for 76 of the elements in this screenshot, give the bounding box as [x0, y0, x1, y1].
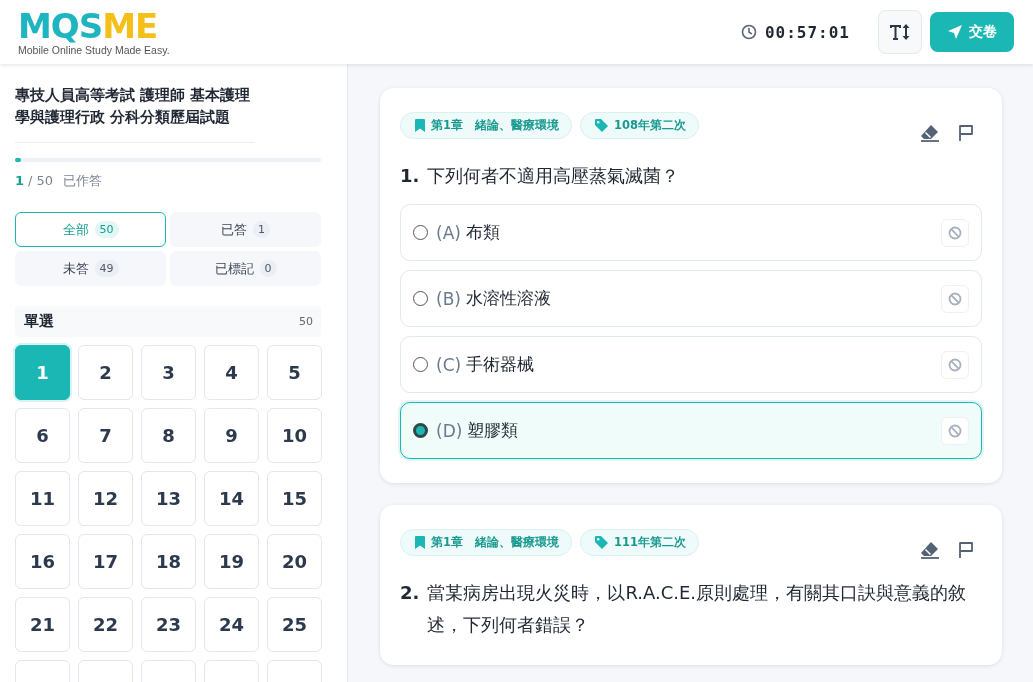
question-button[interactable]: 5	[267, 345, 322, 400]
question-button[interactable]: 14	[204, 471, 259, 526]
tag-icon	[595, 536, 608, 549]
flag-icon[interactable]	[958, 541, 974, 559]
bookmark-icon	[415, 119, 425, 132]
timer: 00:57:01	[764, 22, 850, 42]
question-button[interactable]: 13	[141, 471, 196, 526]
question-button[interactable]: 4	[204, 345, 259, 400]
option-text: 水溶性溶液	[465, 287, 552, 310]
question-number: 1.	[400, 164, 420, 188]
option-letter: (C)	[436, 354, 462, 375]
eraser-icon[interactable]	[920, 124, 940, 142]
question-button[interactable]: 7	[78, 408, 133, 463]
eraser-icon[interactable]	[920, 541, 940, 559]
option-text: 布類	[465, 221, 501, 244]
chapter-tag: 第1章 緒論、醫療環境	[400, 112, 572, 139]
option-letter: (D)	[436, 420, 463, 441]
question-text: 下列何者不適用高壓蒸氣滅菌？	[427, 164, 680, 188]
answer-option[interactable]: (A) 布類	[400, 204, 982, 261]
radio-button[interactable]	[413, 291, 428, 306]
flag-icon[interactable]	[958, 124, 974, 142]
total-count: / 50	[28, 173, 54, 188]
question-button[interactable]: 6	[15, 408, 70, 463]
section-title: 單選	[24, 312, 54, 331]
chapter-tag: 第1章 緒論、醫療環境	[400, 529, 572, 556]
text-size-button[interactable]	[878, 10, 922, 54]
section-count: 50	[299, 315, 313, 328]
option-text: 塑膠類	[467, 419, 520, 442]
answer-option[interactable]: (C) 手術器械	[400, 336, 982, 393]
progress-label: 已作答	[63, 172, 103, 190]
ban-icon	[948, 423, 962, 438]
ban-icon	[948, 225, 962, 240]
question-text: 當某病房出現火災時，以R.A.C.E.原則處理，有關其口訣與意義的敘述，下列何者錯誤？	[427, 581, 968, 637]
question-button[interactable]: 23	[141, 597, 196, 652]
question-button[interactable]: 15	[267, 471, 322, 526]
question-button[interactable]: 2	[78, 345, 133, 400]
question-button[interactable]: 25	[267, 597, 322, 652]
option-text: 手術器械	[466, 353, 536, 376]
text-size-icon	[889, 23, 911, 41]
question-button[interactable]: 12	[78, 471, 133, 526]
option-letter: (A)	[436, 222, 461, 243]
ban-icon	[948, 291, 962, 306]
answered-count: 1	[15, 173, 25, 188]
question-button[interactable]: 20	[267, 534, 322, 589]
question-number: 2.	[400, 581, 420, 605]
bookmark-icon	[415, 536, 425, 549]
send-icon	[947, 24, 963, 40]
tag-icon	[595, 119, 608, 132]
question-button[interactable]: 17	[78, 534, 133, 589]
logo: MQSME	[18, 8, 159, 43]
radio-button[interactable]	[413, 357, 428, 372]
exam-tag: 108年第二次	[580, 112, 700, 139]
answer-option[interactable]: (B) 水溶性溶液	[400, 270, 982, 327]
logo-tagline: Mobile Online Study Made Easy.	[18, 43, 170, 56]
filter-tab[interactable]: 未答 49	[15, 251, 166, 286]
question-button[interactable]: 8	[141, 408, 196, 463]
ban-icon	[948, 357, 962, 372]
radio-button[interactable]	[413, 225, 428, 240]
question-button[interactable]: 9	[204, 408, 259, 463]
exam-tag: 111年第二次	[580, 529, 700, 556]
question-button[interactable]: 24	[204, 597, 259, 652]
question-button[interactable]: 3	[141, 345, 196, 400]
question-button[interactable]: 16	[15, 534, 70, 589]
filter-tab[interactable]: 已標記 0	[170, 251, 321, 286]
question-button[interactable]: 21	[15, 597, 70, 652]
clock-icon	[740, 24, 757, 40]
exam-title: 專技人員高等考試 護理師 基本護理學與護理行政 分科分類歷屆試題	[15, 84, 255, 143]
radio-button[interactable]	[413, 423, 428, 438]
question-button[interactable]: 18	[141, 534, 196, 589]
option-letter: (B)	[436, 288, 461, 309]
question-button[interactable]: 19	[204, 534, 259, 589]
question-button[interactable]: 10	[267, 408, 322, 463]
question-button[interactable]: 11	[15, 471, 70, 526]
question-button[interactable]: 22	[78, 597, 133, 652]
answer-option[interactable]: (D) 塑膠類	[400, 402, 982, 459]
filter-tab[interactable]: 已答 1	[170, 212, 321, 247]
